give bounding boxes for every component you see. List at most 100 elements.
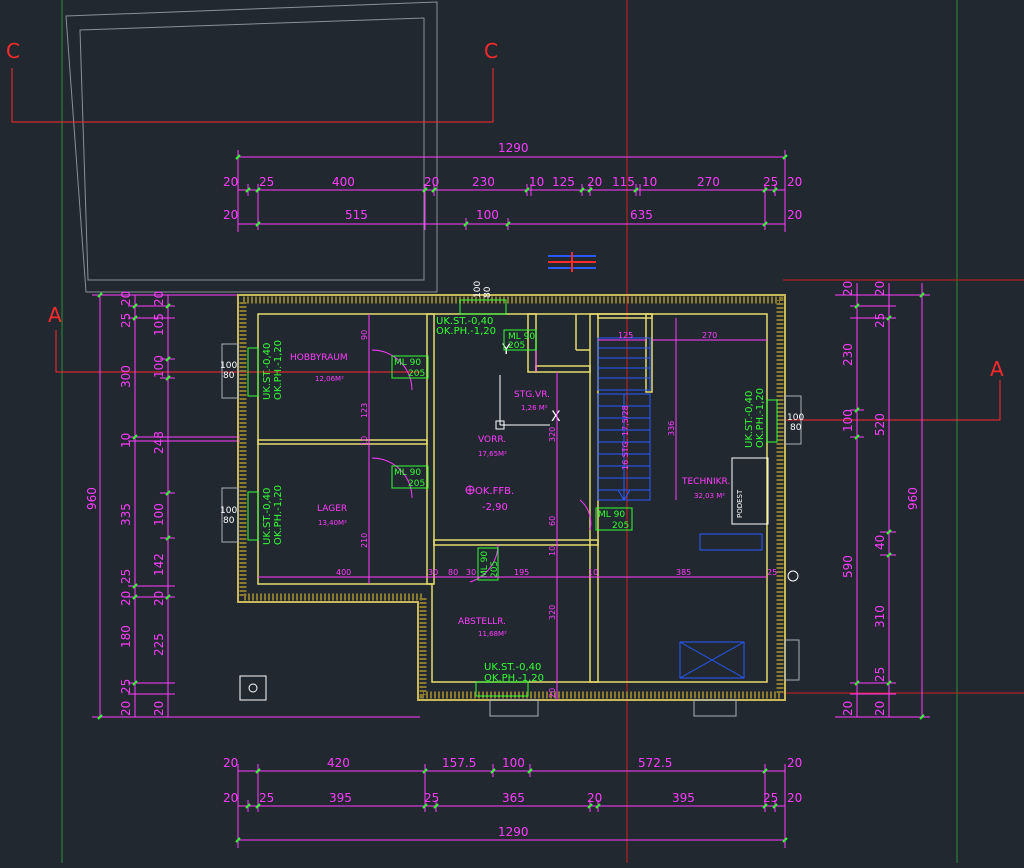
win-lager-w: 100 [220,506,237,516]
dim-left-c1-0: 20 [119,291,133,306]
dim-left-c2-8: 20 [152,701,166,716]
dim-right-c2-6: 20 [873,701,887,716]
dim-left-c2-1: 105 [152,313,166,336]
dim-bot-r1-2: 157.5 [442,756,476,770]
win-lager-h: 80 [223,516,235,526]
dim-left-c2-7: 225 [152,633,166,656]
dim-left-c1-9: 20 [119,701,133,716]
cad-viewport[interactable]: C C A A 1290 20 25 400 20 230 10 125 20 … [0,0,1024,863]
room-technikr-area: 32,03 M² [694,492,725,500]
section-mark-a-right: A [990,357,1004,381]
dim-top-r1-0: 20 [223,175,238,189]
room-hobbyraum-area: 12,06M² [315,375,344,383]
north-marker-icon[interactable] [548,252,596,272]
level-label: OK.FFB. [475,486,514,497]
idim-60: 60 [548,516,557,526]
dim-top-r1-6: 125 [552,175,575,189]
dim-top-r1-10: 270 [697,175,720,189]
idim-123: 123 [360,403,369,418]
idim-210: 210 [360,533,369,548]
idim-20v: 20 [548,688,557,698]
idim-400: 400 [336,568,351,577]
dim-top-r1-2: 400 [332,175,355,189]
idim-320b: 320 [548,605,557,620]
idim-10: 10 [588,568,598,577]
top-dimensions [237,150,786,232]
idim-320: 320 [548,427,557,442]
dim-bot-r1-5: 20 [787,756,802,770]
win-hobby-h: 80 [223,371,235,381]
terrace-outline-inner [79,17,425,281]
terrace-outline [65,1,438,293]
room-vorr-name: VORR. [478,435,506,445]
dim-right-c1-4: 20 [841,701,855,716]
idim-270: 270 [702,331,717,340]
room-technikr-name: TECHNIKR. [681,477,730,487]
win-top-h: 80 [483,286,493,298]
dim-bot-r2-8: 20 [787,791,802,805]
dim-left-c2-2: 100 [152,355,166,378]
left-dimensions [92,294,420,718]
dim-bot-r2-4: 365 [502,791,525,805]
dim-bot-r2-5: 20 [587,791,602,805]
dim-left-c1-4: 335 [119,503,133,526]
door-5-height: 205 [612,521,629,531]
idim-10b: 10 [360,436,369,446]
dim-right-c1-1: 230 [841,343,855,366]
drain-icon[interactable] [239,675,267,701]
dim-bot-r2-0: 20 [223,791,238,805]
room-stgvr-name: STG.VR. [514,390,550,400]
door-3-label: ML 90 [480,551,490,578]
room-vorr-area: 17,65M² [478,450,507,458]
level-value: -2,90 [482,502,508,513]
inner-wall-face [257,313,768,683]
dim-bot-r1-0: 20 [223,756,238,770]
axis-label-x: X [551,409,561,425]
dim-bot-r1-3: 100 [502,756,525,770]
dim-bot-r1-4: 572.5 [638,756,672,770]
door-1-label: ML 90 [394,358,421,368]
dim-left-c1-2: 300 [119,365,133,388]
dim-right-c1-3: 590 [841,555,855,578]
dim-top-r2-4: 20 [787,208,802,222]
section-line-c [11,68,494,123]
dim-left-c2-0: 20 [152,291,166,306]
dim-top-r2-3: 635 [630,208,653,222]
dim-top-overall: 1290 [498,141,529,155]
dim-right-c2-3: 40 [873,535,887,550]
dim-left-c1-5: 25 [119,569,133,584]
dim-bot-r2-3: 25 [424,791,439,805]
dim-right-c1-2: 100 [841,409,855,432]
dim-left-overall: 960 [85,487,99,510]
section-mark-c-right: C [484,39,498,63]
dim-bot-r1-1: 420 [327,756,350,770]
win-technik-ok: OK.PH.-1,20 [755,388,766,448]
win-lager-ok: OK.PH.-1,20 [273,485,284,545]
floor-plan-drawing[interactable]: C C A A 1290 20 25 400 20 230 10 125 20 … [0,0,1024,863]
section-mark-a-left: A [48,303,62,327]
dim-right-overall: 960 [906,487,920,510]
technik-sign [699,533,763,551]
dim-right-c2-2: 520 [873,413,887,436]
dim-bot-r2-6: 395 [672,791,695,805]
door-5-label: ML 90 [598,510,625,520]
idim-90: 90 [360,330,369,340]
dim-left-c2-6: 20 [152,591,166,606]
dim-top-r1-7: 20 [587,175,602,189]
win-technik-h: 80 [790,423,802,433]
stair-label: 16 STG. 17,5/28 [621,405,630,470]
idim-336: 336 [667,421,676,436]
win-bottom-uk: UK.ST.-0,40 [484,662,541,673]
idim-30b: 30 [466,568,476,577]
chimney-icon[interactable] [787,570,799,582]
door-2-height: 205 [408,479,425,489]
ucs-axis-icon [495,375,550,430]
dim-left-c1-3: 10 [119,433,133,448]
win-lager-uk: UK.ST.-0,40 [262,488,273,545]
boiler-unit-icon[interactable] [679,641,745,679]
room-stgvr-area: 1,26 M² [521,404,548,412]
idim-10v: 10 [548,546,557,556]
dim-top-r2-0: 20 [223,208,238,222]
dim-left-c2-3: 248 [152,431,166,454]
win-top-w: 100 [473,281,483,298]
